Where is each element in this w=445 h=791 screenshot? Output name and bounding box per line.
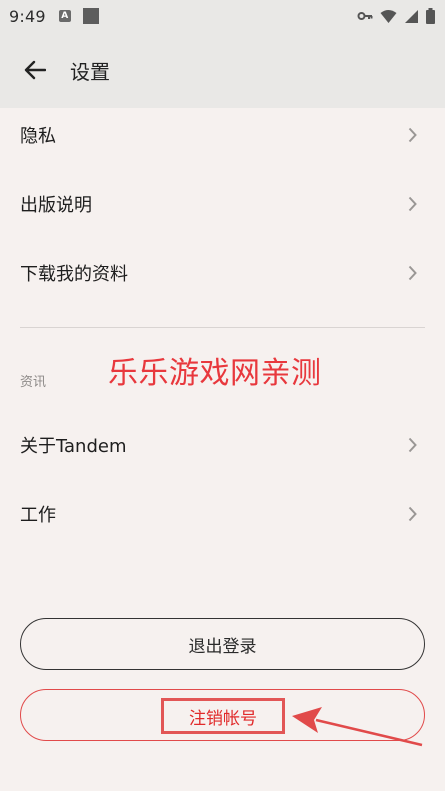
wifi-icon [380, 9, 397, 23]
row-label: 隐私 [20, 126, 56, 147]
section-header-info: 资讯 [20, 375, 47, 390]
status-icons [357, 8, 435, 24]
row-label: 工作 [20, 505, 56, 526]
chevron-right-icon [408, 437, 417, 453]
status-time: 9:49 [9, 6, 46, 26]
notification-a-icon: A [58, 10, 71, 22]
row-about-tandem[interactable]: 关于Tandem [0, 415, 445, 475]
battery-icon [426, 8, 435, 24]
row-label: 下载我的资料 [20, 264, 128, 285]
notification-square-icon [82, 8, 99, 24]
divider [20, 327, 425, 328]
page-title: 设置 [70, 59, 110, 84]
status-bar: 9:49 A [0, 0, 445, 32]
chevron-right-icon [408, 127, 417, 143]
cell-signal-icon [405, 9, 418, 23]
key-icon [357, 12, 373, 20]
row-publication-notes[interactable]: 出版说明 [0, 174, 445, 234]
row-download-my-data[interactable]: 下载我的资料 [0, 243, 445, 303]
delete-account-label: 注销帐号 [189, 708, 257, 729]
watermark-text: 乐乐游戏网亲测 [108, 356, 322, 391]
app-bar: 设置 [0, 32, 445, 108]
chevron-right-icon [408, 196, 417, 212]
chevron-right-icon [408, 506, 417, 522]
row-privacy[interactable]: 隐私 [0, 105, 445, 165]
row-jobs[interactable]: 工作 [0, 484, 445, 544]
row-label: 出版说明 [20, 195, 92, 216]
logout-button[interactable]: 退出登录 [20, 618, 425, 670]
arrow-left-icon [24, 60, 46, 80]
settings-screen: 9:49 A 设置 隐私 出版说明 下载我的资料 资讯 乐乐游戏网亲测 关于Ta… [0, 0, 445, 791]
chevron-right-icon [408, 265, 417, 281]
row-label: 关于Tandem [20, 436, 127, 457]
back-button[interactable] [17, 52, 53, 88]
